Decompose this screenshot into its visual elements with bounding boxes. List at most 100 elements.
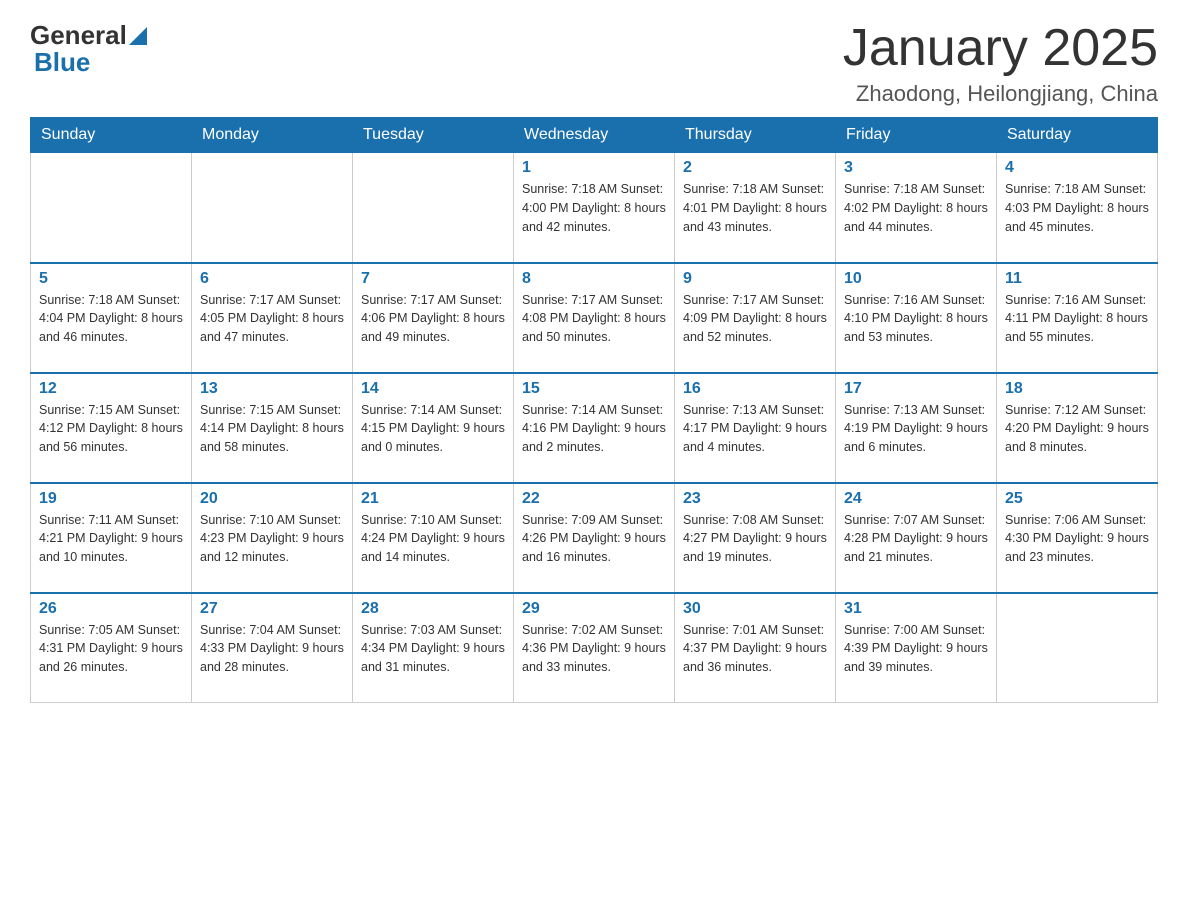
day-info: Sunrise: 7:10 AM Sunset: 4:23 PM Dayligh… [200,511,344,567]
calendar-cell: 6 Sunrise: 7:17 AM Sunset: 4:05 PM Daylig… [192,263,353,373]
calendar-cell: 2Sunrise: 7:18 AM Sunset: 4:01 PM Daylig… [675,153,836,263]
calendar-cell: 29 Sunrise: 7:02 AM Sunset: 4:36 PM Dayli… [514,593,675,703]
calendar-cell: 13 Sunrise: 7:15 AM Sunset: 4:14 PM Dayli… [192,373,353,483]
calendar-cell: 28 Sunrise: 7:03 AM Sunset: 4:34 PM Dayli… [353,593,514,703]
day-number: 29 [522,600,666,618]
day-number: 1 [522,159,666,177]
day-info: Sunrise: 7:04 AM Sunset: 4:33 PM Dayligh… [200,621,344,677]
header-day-thursday: Thursday [675,118,836,153]
calendar-cell: 1Sunrise: 7:18 AM Sunset: 4:00 PM Daylig… [514,153,675,263]
week-row-1: 1Sunrise: 7:18 AM Sunset: 4:00 PM Daylig… [31,153,1158,263]
day-info: Sunrise: 7:02 AM Sunset: 4:36 PM Dayligh… [522,621,666,677]
day-number: 20 [200,490,344,508]
page-subtitle: Zhaodong, Heilongjiang, China [843,81,1158,107]
calendar-cell: 20 Sunrise: 7:10 AM Sunset: 4:23 PM Dayli… [192,483,353,593]
day-number: 5 [39,270,183,288]
calendar-cell: 27 Sunrise: 7:04 AM Sunset: 4:33 PM Dayli… [192,593,353,703]
day-number: 12 [39,380,183,398]
day-number: 23 [683,490,827,508]
day-info: Sunrise: 7:14 AM Sunset: 4:16 PM Dayligh… [522,401,666,457]
day-info: Sunrise: 7:13 AM Sunset: 4:17 PM Dayligh… [683,401,827,457]
calendar-cell [353,153,514,263]
header-day-sunday: Sunday [31,118,192,153]
calendar-cell [192,153,353,263]
day-info: Sunrise: 7:17 AM Sunset: 4:05 PM Dayligh… [200,291,344,347]
calendar-cell: 8Sunrise: 7:17 AM Sunset: 4:08 PM Daylig… [514,263,675,373]
calendar-cell: 9Sunrise: 7:17 AM Sunset: 4:09 PM Daylig… [675,263,836,373]
day-info: Sunrise: 7:01 AM Sunset: 4:37 PM Dayligh… [683,621,827,677]
header-day-tuesday: Tuesday [353,118,514,153]
day-number: 31 [844,600,988,618]
header-day-wednesday: Wednesday [514,118,675,153]
day-number: 16 [683,380,827,398]
day-info: Sunrise: 7:15 AM Sunset: 4:14 PM Dayligh… [200,401,344,457]
day-info: Sunrise: 7:17 AM Sunset: 4:09 PM Dayligh… [683,291,827,347]
calendar-cell: 7 Sunrise: 7:17 AM Sunset: 4:06 PM Daylig… [353,263,514,373]
calendar-table: SundayMondayTuesdayWednesdayThursdayFrid… [30,117,1158,703]
day-number: 24 [844,490,988,508]
day-number: 8 [522,270,666,288]
day-number: 4 [1005,159,1149,177]
calendar-cell: 26 Sunrise: 7:05 AM Sunset: 4:31 PM Dayli… [31,593,192,703]
calendar-cell: 22 Sunrise: 7:09 AM Sunset: 4:26 PM Dayli… [514,483,675,593]
day-info: Sunrise: 7:00 AM Sunset: 4:39 PM Dayligh… [844,621,988,677]
week-row-3: 12 Sunrise: 7:15 AM Sunset: 4:12 PM Dayli… [31,373,1158,483]
calendar-cell: 5 Sunrise: 7:18 AM Sunset: 4:04 PM Daylig… [31,263,192,373]
day-info: Sunrise: 7:18 AM Sunset: 4:01 PM Dayligh… [683,180,827,236]
calendar-cell: 23 Sunrise: 7:08 AM Sunset: 4:27 PM Dayli… [675,483,836,593]
header-day-saturday: Saturday [997,118,1158,153]
calendar-cell: 24 Sunrise: 7:07 AM Sunset: 4:28 PM Dayli… [836,483,997,593]
day-info: Sunrise: 7:03 AM Sunset: 4:34 PM Dayligh… [361,621,505,677]
day-info: Sunrise: 7:12 AM Sunset: 4:20 PM Dayligh… [1005,401,1149,457]
day-info: Sunrise: 7:07 AM Sunset: 4:28 PM Dayligh… [844,511,988,567]
day-number: 15 [522,380,666,398]
calendar-header: SundayMondayTuesdayWednesdayThursdayFrid… [31,118,1158,153]
day-info: Sunrise: 7:11 AM Sunset: 4:21 PM Dayligh… [39,511,183,567]
calendar-cell: 11 Sunrise: 7:16 AM Sunset: 4:11 PM Dayli… [997,263,1158,373]
calendar-cell: 14Sunrise: 7:14 AM Sunset: 4:15 PM Dayli… [353,373,514,483]
calendar-cell: 10Sunrise: 7:16 AM Sunset: 4:10 PM Dayli… [836,263,997,373]
day-number: 13 [200,380,344,398]
day-number: 18 [1005,380,1149,398]
day-number: 22 [522,490,666,508]
day-info: Sunrise: 7:10 AM Sunset: 4:24 PM Dayligh… [361,511,505,567]
calendar-cell [31,153,192,263]
calendar-cell: 31 Sunrise: 7:00 AM Sunset: 4:39 PM Dayli… [836,593,997,703]
day-info: Sunrise: 7:16 AM Sunset: 4:10 PM Dayligh… [844,291,988,347]
day-number: 7 [361,270,505,288]
calendar-cell: 19 Sunrise: 7:11 AM Sunset: 4:21 PM Dayli… [31,483,192,593]
day-number: 21 [361,490,505,508]
logo: General Blue [30,20,147,78]
week-row-5: 26 Sunrise: 7:05 AM Sunset: 4:31 PM Dayli… [31,593,1158,703]
day-number: 28 [361,600,505,618]
page-header: General Blue January 2025 Zhaodong, Heil… [30,20,1158,107]
calendar-body: 1Sunrise: 7:18 AM Sunset: 4:00 PM Daylig… [31,153,1158,703]
day-info: Sunrise: 7:09 AM Sunset: 4:26 PM Dayligh… [522,511,666,567]
day-number: 27 [200,600,344,618]
day-number: 19 [39,490,183,508]
day-number: 25 [1005,490,1149,508]
day-number: 6 [200,270,344,288]
calendar-cell: 18 Sunrise: 7:12 AM Sunset: 4:20 PM Dayli… [997,373,1158,483]
day-info: Sunrise: 7:18 AM Sunset: 4:04 PM Dayligh… [39,291,183,347]
header-day-monday: Monday [192,118,353,153]
calendar-cell: 25 Sunrise: 7:06 AM Sunset: 4:30 PM Dayli… [997,483,1158,593]
logo-triangle-icon [129,27,147,45]
day-number: 11 [1005,270,1149,288]
day-number: 26 [39,600,183,618]
day-number: 14 [361,380,505,398]
day-info: Sunrise: 7:18 AM Sunset: 4:02 PM Dayligh… [844,180,988,236]
calendar-cell: 3 Sunrise: 7:18 AM Sunset: 4:02 PM Daylig… [836,153,997,263]
day-info: Sunrise: 7:05 AM Sunset: 4:31 PM Dayligh… [39,621,183,677]
day-info: Sunrise: 7:16 AM Sunset: 4:11 PM Dayligh… [1005,291,1149,347]
calendar-cell: 16 Sunrise: 7:13 AM Sunset: 4:17 PM Dayli… [675,373,836,483]
day-number: 3 [844,159,988,177]
day-info: Sunrise: 7:08 AM Sunset: 4:27 PM Dayligh… [683,511,827,567]
calendar-cell: 4Sunrise: 7:18 AM Sunset: 4:03 PM Daylig… [997,153,1158,263]
calendar-cell: 12 Sunrise: 7:15 AM Sunset: 4:12 PM Dayli… [31,373,192,483]
day-info: Sunrise: 7:15 AM Sunset: 4:12 PM Dayligh… [39,401,183,457]
day-info: Sunrise: 7:06 AM Sunset: 4:30 PM Dayligh… [1005,511,1149,567]
calendar-cell: 17Sunrise: 7:13 AM Sunset: 4:19 PM Dayli… [836,373,997,483]
header-day-friday: Friday [836,118,997,153]
day-info: Sunrise: 7:17 AM Sunset: 4:06 PM Dayligh… [361,291,505,347]
